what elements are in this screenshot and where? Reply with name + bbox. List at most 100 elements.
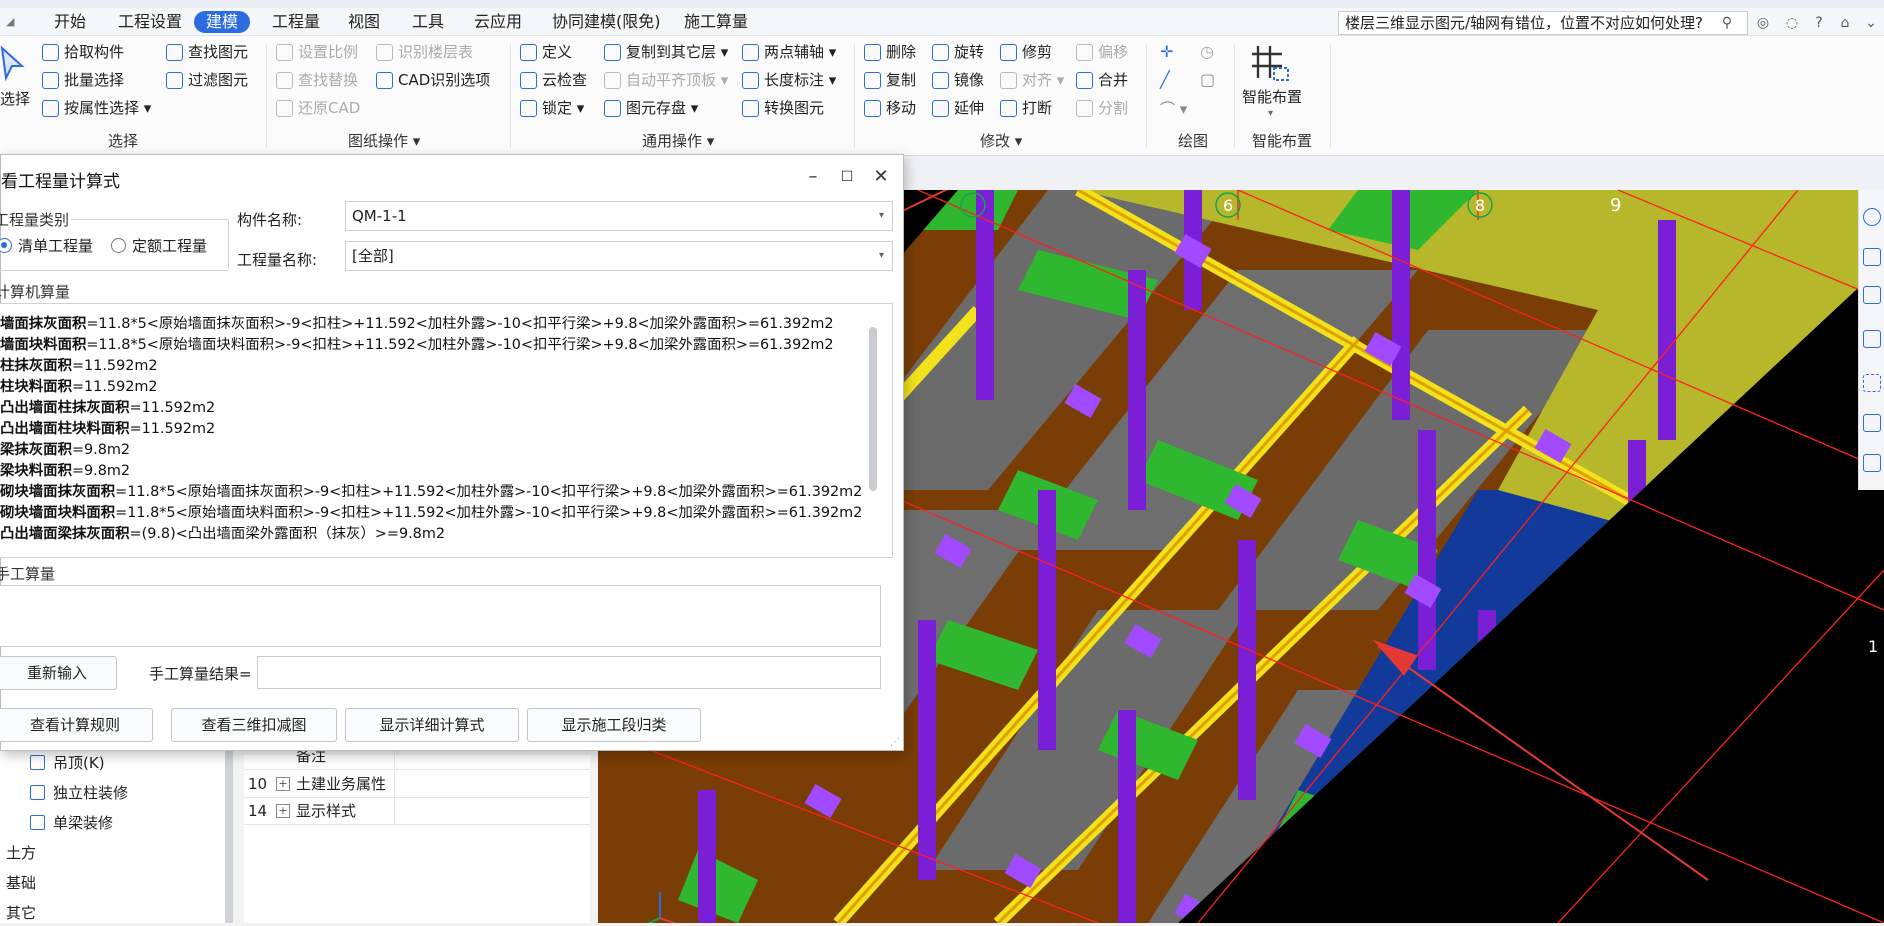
smart-layout-button[interactable]: 智能布置	[1242, 86, 1302, 107]
select-by-attr-button[interactable]: 按属性选择 ▾	[42, 96, 151, 120]
tree-scrollbar[interactable]	[225, 740, 233, 923]
list-settings-icon[interactable]	[1863, 454, 1881, 472]
set-scale-button[interactable]: 设置比例	[276, 40, 358, 64]
region-select-icon[interactable]	[1863, 374, 1881, 392]
reinput-button[interactable]: 重新输入	[0, 656, 117, 690]
close-icon[interactable]: ✕	[869, 165, 893, 189]
prop-row[interactable]: 10 + 土建业务属性	[244, 771, 590, 798]
move-button[interactable]: 移动	[864, 96, 916, 120]
orbit-icon[interactable]	[1863, 208, 1881, 226]
menu-quantity[interactable]: 工程量	[272, 11, 320, 33]
cloud-check-button[interactable]: 云检查	[520, 68, 587, 92]
expand-plus-icon[interactable]: +	[276, 777, 290, 791]
recognize-floors-button[interactable]: 识别楼层表	[376, 40, 473, 64]
maximize-icon[interactable]: ☐	[835, 165, 859, 189]
radio-bill-quantity[interactable]: 清单工程量	[0, 235, 93, 256]
chat-icon[interactable]: ◌	[1783, 14, 1801, 32]
pick-component-button[interactable]: 拾取构件	[42, 40, 124, 64]
resize-grip-icon[interactable]: ⋰	[890, 737, 900, 748]
chevron-icon[interactable]: ⌄	[1862, 14, 1880, 32]
menu-collab[interactable]: 协同建模(限免)	[552, 11, 661, 33]
window-title-strip	[0, 0, 1884, 8]
copy-to-layer-button[interactable]: 复制到其它层 ▾	[604, 40, 728, 64]
cube-view-icon[interactable]	[1863, 286, 1881, 304]
tree-item-beam-finish[interactable]: 单梁装修	[30, 810, 113, 836]
extend-button[interactable]: 延伸	[932, 96, 984, 120]
quantity-name-combo[interactable]: [全部] ▾	[345, 241, 893, 271]
tree-item-foundation[interactable]: 基础	[6, 870, 36, 896]
computer-calc-box[interactable]: 墙面抹灰面积=11.8*5<原始墙面抹灰面积>-9<扣柱>+11.592<加柱外…	[0, 303, 893, 558]
smart-layout-icon[interactable]	[1250, 42, 1292, 84]
menu-modeling[interactable]: 建模	[194, 11, 251, 33]
two-point-axis-button[interactable]: 两点辅轴 ▾	[742, 40, 836, 64]
menu-project-settings[interactable]: 工程设置	[118, 11, 182, 33]
tree-item-other[interactable]: 其它	[6, 900, 36, 926]
mirror-button[interactable]: 镜像	[932, 68, 984, 92]
merge-button[interactable]: 合并	[1076, 68, 1128, 92]
chevron-down-icon[interactable]: ▾	[1268, 108, 1273, 119]
manual-result-input[interactable]	[257, 656, 881, 689]
menu-view[interactable]: 视图	[348, 11, 380, 33]
cad-options-button[interactable]: CAD识别选项	[376, 68, 490, 92]
layer-cube-icon[interactable]	[1863, 414, 1881, 432]
rect-draw-icon[interactable]: ▢	[1200, 70, 1215, 89]
tree-item-column-finish[interactable]: 独立柱装修	[30, 780, 128, 806]
view-2d-icon[interactable]	[1863, 248, 1881, 266]
smart-group-label: 智能布置	[1252, 132, 1313, 150]
arc-draw-icon[interactable]: ⌒ ▾	[1160, 98, 1187, 119]
show-stage-button[interactable]: 显示施工段归类	[527, 708, 701, 742]
tree-item-earthwork[interactable]: 土方	[6, 840, 36, 866]
search-icon[interactable]: ⚲	[1718, 14, 1736, 32]
define-button[interactable]: 定义	[520, 40, 572, 64]
split-button[interactable]: 分割	[1076, 96, 1128, 120]
menu-construction[interactable]: 施工算量	[684, 11, 748, 33]
manual-calc-input[interactable]	[0, 585, 881, 647]
view-3d-deduct-button[interactable]: 查看三维扣减图	[171, 708, 337, 742]
menu-tools[interactable]: 工具	[412, 11, 444, 33]
find-element-button[interactable]: 查找图元	[166, 40, 248, 64]
convert-element-button[interactable]: 转换图元	[742, 96, 824, 120]
find-replace-button[interactable]: 查找替换	[276, 68, 358, 92]
trim-button[interactable]: 修剪	[1000, 40, 1052, 64]
align-button[interactable]: 对齐 ▾	[1000, 68, 1064, 92]
minimize-icon[interactable]: –	[801, 165, 825, 189]
copy-button[interactable]: 复制	[864, 68, 916, 92]
radio-quota-quantity[interactable]: 定额工程量	[111, 235, 207, 256]
select-arrow-icon[interactable]	[0, 44, 28, 84]
element-store-button[interactable]: 图元存盘 ▾	[604, 96, 698, 120]
filter-element-button[interactable]: 过滤图元	[166, 68, 248, 92]
lock-button[interactable]: 锁定 ▾	[520, 96, 584, 120]
component-name-combo[interactable]: QM-1-1 ▾	[345, 201, 893, 231]
mirror-icon	[932, 72, 949, 89]
calc-scrollbar[interactable]	[869, 327, 877, 491]
quick-access-chevron-icon[interactable]: ◢	[6, 11, 14, 33]
menu-cloud[interactable]: 云应用	[474, 11, 522, 33]
restore-cad-button[interactable]: 还原CAD	[276, 96, 360, 120]
rotate-button[interactable]: 旋转	[932, 40, 984, 64]
select-big-button[interactable]: 选择	[0, 88, 30, 109]
expand-plus-icon[interactable]: +	[276, 804, 290, 818]
show-detail-formula-button[interactable]: 显示详细计算式	[345, 708, 519, 742]
component-name-label: 构件名称:	[237, 211, 303, 229]
help-icon[interactable]: ?	[1810, 14, 1828, 32]
point-draw-icon[interactable]: ✛	[1160, 42, 1173, 61]
menu-start[interactable]: 开始	[54, 11, 86, 33]
convert-icon	[742, 100, 759, 117]
offset-button[interactable]: 偏移	[1076, 40, 1128, 64]
prop-row[interactable]: 14 + 显示样式	[244, 798, 590, 825]
batch-select-button[interactable]: 批量选择	[42, 68, 124, 92]
circle-draw-icon[interactable]: ◷	[1200, 42, 1214, 61]
auto-align-slab-button[interactable]: 自动平齐顶板 ▾	[604, 68, 728, 92]
length-dim-button[interactable]: 长度标注 ▾	[742, 68, 836, 92]
align-slab-icon	[604, 72, 621, 89]
tree-item-ceiling[interactable]: 吊顶(K)	[30, 750, 105, 776]
calc-formula-line: 墙面抹灰面积=11.8*5<原始墙面抹灰面积>-9<扣柱>+11.592<加柱外…	[0, 316, 834, 332]
shirt-icon[interactable]: ⌂	[1836, 14, 1854, 32]
user-icon[interactable]: ◎	[1754, 14, 1772, 32]
line-draw-icon[interactable]: ╱	[1160, 70, 1170, 89]
cube-solid-icon[interactable]	[1863, 330, 1881, 348]
view-rules-button[interactable]: 查看计算规则	[0, 708, 153, 742]
help-search-input[interactable]: 楼层三维显示图元/轴网有错位，位置不对应如何处理?	[1338, 11, 1748, 35]
delete-button[interactable]: 删除	[864, 40, 916, 64]
break-button[interactable]: 打断	[1000, 96, 1052, 120]
